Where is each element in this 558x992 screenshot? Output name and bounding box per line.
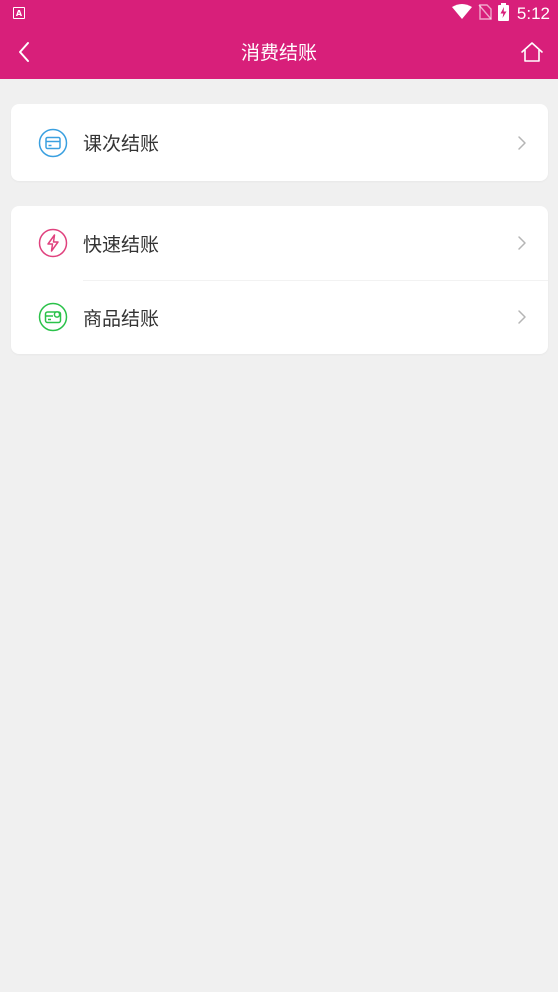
list-item-quick-checkout[interactable]: 快速结账 (11, 206, 548, 280)
home-icon (520, 41, 544, 67)
card-icon (38, 128, 68, 158)
wifi-icon (451, 4, 472, 24)
lightning-icon (38, 228, 68, 258)
status-bar: A 5:12 (0, 0, 558, 28)
list-item-label: 快速结账 (83, 233, 160, 256)
checkout-card-2: 快速结账 商品结账 (11, 206, 548, 354)
list-item-class-checkout[interactable]: 课次结账 (11, 104, 548, 181)
no-sim-icon (478, 4, 492, 24)
app-bar: 消费结账 (0, 28, 558, 79)
status-time: 5:12 (516, 4, 550, 23)
list-item-label: 商品结账 (83, 307, 160, 330)
notification-a-icon: A (13, 7, 25, 19)
home-button[interactable] (512, 36, 552, 72)
battery-charging-icon (497, 3, 509, 25)
status-icons: 5:12 (451, 2, 550, 26)
product-card-icon (38, 302, 68, 332)
chevron-right-icon (516, 308, 528, 326)
chevron-right-icon (516, 134, 528, 152)
list-item-product-checkout[interactable]: 商品结账 (11, 280, 548, 354)
list-item-label: 课次结账 (83, 133, 160, 155)
chevron-right-icon (516, 234, 528, 252)
page-title: 消费结账 (240, 42, 317, 64)
checkout-card-1: 课次结账 (11, 104, 548, 181)
